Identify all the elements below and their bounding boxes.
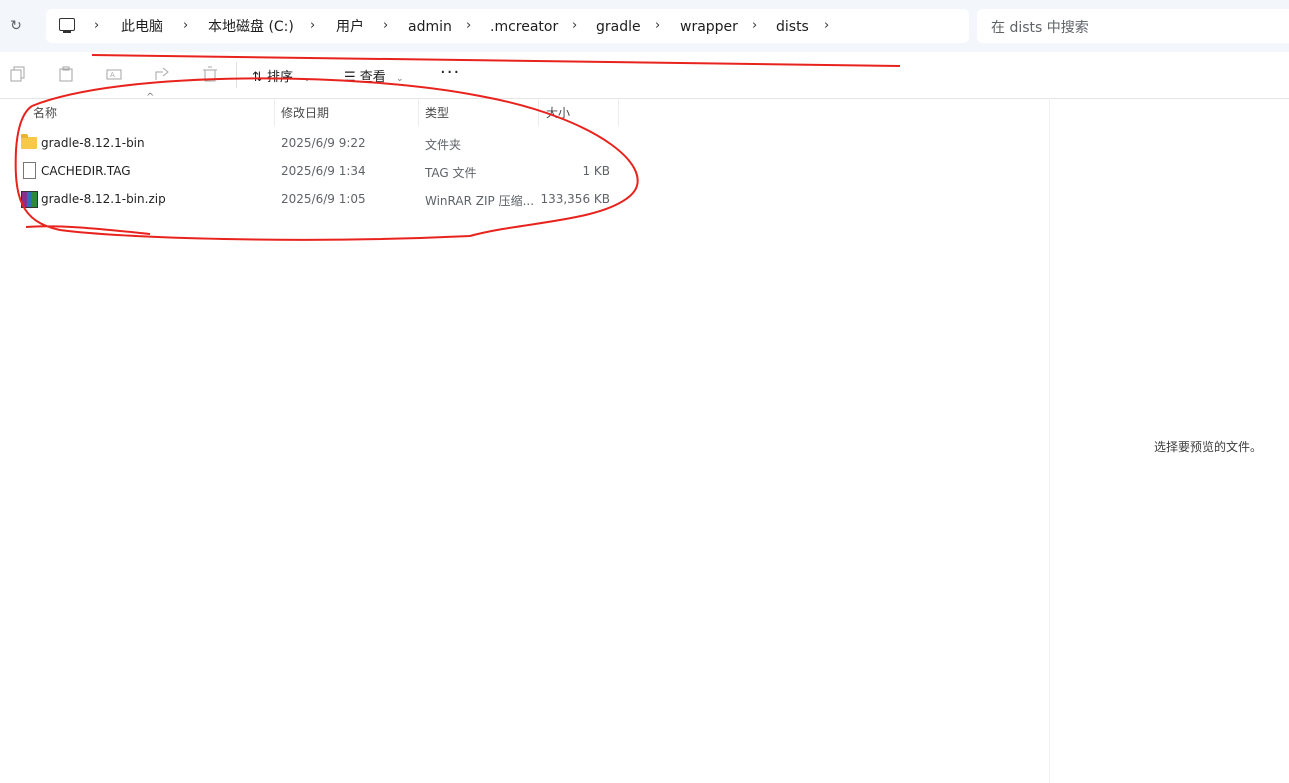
breadcrumb-item-admin[interactable]: admin bbox=[408, 17, 452, 37]
search-placeholder: 在 dists 中搜索 bbox=[991, 20, 1089, 36]
sort-icon: ⇅ bbox=[252, 70, 263, 85]
view-button[interactable]: ☰ 查看 ⌄ bbox=[344, 66, 404, 85]
file-type: 文件夹 bbox=[425, 138, 462, 152]
paste-icon[interactable] bbox=[58, 66, 74, 82]
computer-icon[interactable] bbox=[59, 18, 75, 33]
file-row[interactable]: gradle-8.12.1-bin.zip 2025/6/9 1:05 WinR… bbox=[16, 186, 620, 214]
breadcrumb-item-local-disk[interactable]: 本地磁盘 (C:) bbox=[208, 17, 294, 37]
delete-icon[interactable] bbox=[202, 66, 218, 82]
rename-icon[interactable]: A bbox=[106, 66, 122, 82]
file-size: 1 KB bbox=[582, 164, 610, 178]
file-modified: 2025/6/9 1:34 bbox=[281, 164, 366, 178]
chevron-down-icon: ⌄ bbox=[395, 74, 404, 84]
file-name: CACHEDIR.TAG bbox=[41, 164, 131, 178]
search-input[interactable]: 在 dists 中搜索 bbox=[977, 9, 1289, 43]
breadcrumb-item-this-pc[interactable]: 此电脑 bbox=[121, 17, 163, 37]
file-icon bbox=[23, 162, 36, 179]
sort-button[interactable]: ⇅ 排序 ⌄ bbox=[252, 66, 311, 85]
winrar-zip-icon bbox=[21, 191, 38, 208]
address-bar: ↻ › 此电脑 › 本地磁盘 (C:) › 用户 › admin › .mcre… bbox=[0, 0, 1289, 52]
chevron-right-icon[interactable]: › bbox=[572, 17, 577, 35]
chevron-right-icon[interactable]: › bbox=[752, 17, 757, 35]
column-header-name[interactable]: 名称 bbox=[33, 104, 57, 121]
view-label: 查看 bbox=[359, 70, 386, 85]
chevron-right-icon[interactable]: › bbox=[183, 17, 188, 35]
file-name: gradle-8.12.1-bin bbox=[41, 136, 145, 150]
file-row[interactable]: CACHEDIR.TAG 2025/6/9 1:34 TAG 文件 1 KB bbox=[16, 158, 620, 186]
sort-ascending-icon: ^ bbox=[146, 92, 155, 103]
file-name: gradle-8.12.1-bin.zip bbox=[41, 192, 166, 206]
command-bar: A ⇅ 排序 ⌄ ☰ 查看 ⌄ ··· bbox=[0, 52, 1289, 99]
breadcrumb-item-wrapper[interactable]: wrapper bbox=[680, 17, 738, 37]
view-icon: ☰ bbox=[344, 70, 356, 85]
preview-empty-message: 选择要预览的文件。 bbox=[1154, 440, 1263, 454]
sort-label: 排序 bbox=[267, 70, 294, 85]
file-modified: 2025/6/9 9:22 bbox=[281, 136, 366, 150]
svg-text:A: A bbox=[110, 71, 115, 79]
column-divider[interactable] bbox=[538, 98, 539, 126]
folder-icon bbox=[21, 134, 37, 149]
column-header-row: ^ 名称 修改日期 类型 大小 bbox=[0, 92, 620, 126]
breadcrumb-item-mcreator[interactable]: .mcreator bbox=[490, 17, 558, 37]
chevron-right-icon[interactable]: › bbox=[94, 17, 99, 35]
file-type: WinRAR ZIP 压缩... bbox=[425, 194, 535, 208]
refresh-icon[interactable]: ↻ bbox=[8, 18, 24, 34]
preview-pane-divider[interactable] bbox=[1049, 98, 1050, 783]
copy-icon[interactable] bbox=[10, 66, 26, 82]
chevron-right-icon[interactable]: › bbox=[383, 17, 388, 35]
column-header-type[interactable]: 类型 bbox=[425, 104, 449, 121]
toolbar-divider bbox=[236, 62, 237, 88]
file-type: TAG 文件 bbox=[425, 166, 477, 180]
chevron-right-icon[interactable]: › bbox=[310, 17, 315, 35]
chevron-right-icon[interactable]: › bbox=[655, 17, 660, 35]
breadcrumb-item-dists[interactable]: dists bbox=[776, 17, 809, 37]
file-row[interactable]: gradle-8.12.1-bin 2025/6/9 9:22 文件夹 bbox=[16, 130, 620, 158]
column-divider[interactable] bbox=[274, 98, 275, 126]
share-icon[interactable] bbox=[154, 66, 170, 82]
column-divider[interactable] bbox=[418, 98, 419, 126]
more-options-button[interactable]: ··· bbox=[440, 62, 460, 83]
column-header-modified[interactable]: 修改日期 bbox=[281, 104, 329, 121]
breadcrumb-item-gradle[interactable]: gradle bbox=[596, 17, 641, 37]
column-divider[interactable] bbox=[618, 98, 619, 126]
chevron-right-icon[interactable]: › bbox=[824, 17, 829, 35]
breadcrumb-item-users[interactable]: 用户 bbox=[336, 17, 364, 37]
chevron-right-icon[interactable]: › bbox=[466, 17, 471, 35]
file-size: 133,356 KB bbox=[540, 192, 610, 206]
file-modified: 2025/6/9 1:05 bbox=[281, 192, 366, 206]
chevron-down-icon: ⌄ bbox=[303, 74, 311, 84]
column-header-size[interactable]: 大小 bbox=[546, 104, 570, 121]
